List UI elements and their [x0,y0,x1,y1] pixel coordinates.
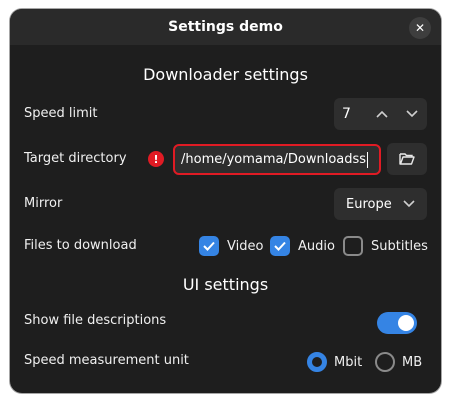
speed-limit-spinbutton[interactable]: 7 [334,98,427,130]
title-bar[interactable]: Settings demo ✕ [10,9,441,45]
audio-label: Audio [298,238,335,254]
increment-button[interactable] [367,98,397,130]
decrement-button[interactable] [397,98,427,130]
checkbox-checked[interactable] [199,236,219,256]
video-checkbox[interactable]: Video [199,236,263,256]
speed-limit-label: Speed limit [24,106,98,121]
subtitles-checkbox[interactable]: Subtitles [343,236,428,256]
target-directory-input[interactable]: /home/yomama/Downloadss [173,144,381,175]
show-file-descriptions-label: Show file descriptions [24,313,167,328]
speed-limit-value[interactable]: 7 [334,106,367,122]
speed-unit-label: Speed measurement unit [24,353,189,368]
file-descriptions-switch[interactable] [377,312,417,334]
close-button[interactable]: ✕ [409,17,431,39]
chevron-down-icon [403,200,415,208]
target-directory-value: /home/yomama/Downloadss [181,152,367,167]
ui-settings-heading: UI settings [182,275,269,294]
target-directory-label: Target directory [24,151,127,166]
browse-folder-button[interactable] [387,143,427,175]
radio-selected[interactable] [307,352,327,372]
check-icon [203,241,215,251]
error-icon: ! [148,151,164,167]
text-cursor [367,151,369,168]
radio-unselected[interactable] [375,352,395,372]
subtitles-label: Subtitles [371,238,428,254]
video-label: Video [227,238,264,254]
check-icon [274,241,286,251]
mbit-label: Mbit [334,354,363,370]
window-title: Settings demo [168,19,283,35]
mb-label: MB [402,354,423,370]
checkbox-unchecked[interactable] [343,236,363,256]
switch-knob [398,315,414,331]
settings-window: Settings demo ✕ Downloader settings Spee… [10,9,441,393]
audio-checkbox[interactable]: Audio [270,236,335,256]
mbit-radio[interactable]: Mbit [307,352,362,372]
folder-open-icon [399,153,415,165]
mb-radio[interactable]: MB [375,352,422,372]
downloader-settings-heading: Downloader settings [143,65,308,84]
chevron-up-icon [376,110,388,118]
mirror-dropdown[interactable]: Europe [334,188,427,220]
chevron-down-icon [406,110,418,118]
mirror-selected-value: Europe [346,196,392,212]
mirror-label: Mirror [24,196,63,211]
close-icon: ✕ [414,21,426,35]
files-to-download-label: Files to download [24,238,137,253]
checkbox-checked[interactable] [270,236,290,256]
